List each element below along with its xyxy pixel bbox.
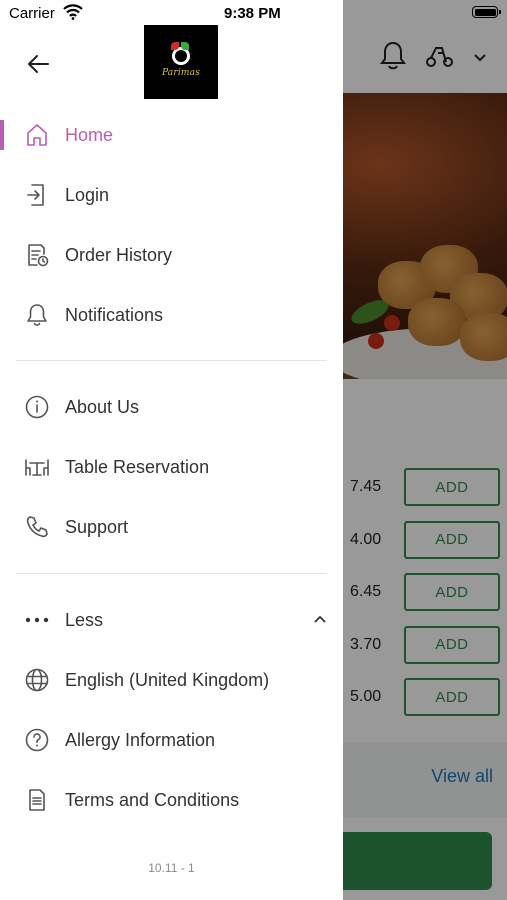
menu-item-label: Login [65,184,110,205]
order-history-icon [23,241,51,269]
menu-item-table-reservation[interactable]: Table Reservation [0,443,343,491]
menu-item-label: Table Reservation [65,456,210,477]
battery-icon [472,6,501,18]
menu-item-label: About Us [65,396,140,417]
more-dots-icon [23,606,51,634]
menu-item-notifications[interactable]: Notifications [0,291,343,339]
app-version: 10.11 - 1 [148,861,195,875]
menu-item-label: English (United Kingdom) [65,669,270,690]
document-icon [23,786,51,814]
menu-item-label: Support [65,516,129,537]
arrow-left-icon [28,55,49,73]
login-icon [23,181,51,209]
carrier-label: Carrier [9,5,55,22]
menu-item-english-united-kingdom[interactable]: English (United Kingdom) [0,656,343,704]
less-toggle[interactable]: Less [0,596,343,644]
menu-item-label: Order History [65,244,173,265]
active-indicator [0,120,4,150]
menu-divider [16,360,327,361]
menu-item-order-history[interactable]: Order History [0,231,343,279]
info-icon [23,393,51,421]
chevron-up-icon [313,611,327,629]
logo-mark-icon [171,41,190,65]
table-icon [23,453,51,481]
menu-item-label: Home [65,124,114,145]
menu-divider [16,573,327,574]
menu-item-label: Allergy Information [65,729,216,750]
status-bar: Carrier 9:38 PM [0,0,507,28]
phone-icon [23,513,51,541]
menu-item-about-us[interactable]: About Us [0,383,343,431]
menu-item-label: Notifications [65,304,164,325]
navigation-drawer: Parimas Home Login Order History Notificati… [0,0,343,900]
menu-item-terms-and-conditions[interactable]: Terms and Conditions [0,776,343,824]
back-button[interactable] [24,50,52,78]
globe-icon [23,666,51,694]
bell-icon [23,301,51,329]
question-icon [23,726,51,754]
status-time: 9:38 PM [224,5,281,22]
logo-wordmark: Parimas [161,67,201,78]
menu-item-support[interactable]: Support [0,503,343,551]
restaurant-logo: Parimas [144,25,218,99]
home-icon [23,121,51,149]
menu-item-home[interactable]: Home [0,111,343,159]
less-label: Less [65,609,104,630]
menu-item-label: Terms and Conditions [65,789,240,810]
menu-item-login[interactable]: Login [0,171,343,219]
menu-item-allergy-information[interactable]: Allergy Information [0,716,343,764]
wifi-icon [63,4,83,25]
